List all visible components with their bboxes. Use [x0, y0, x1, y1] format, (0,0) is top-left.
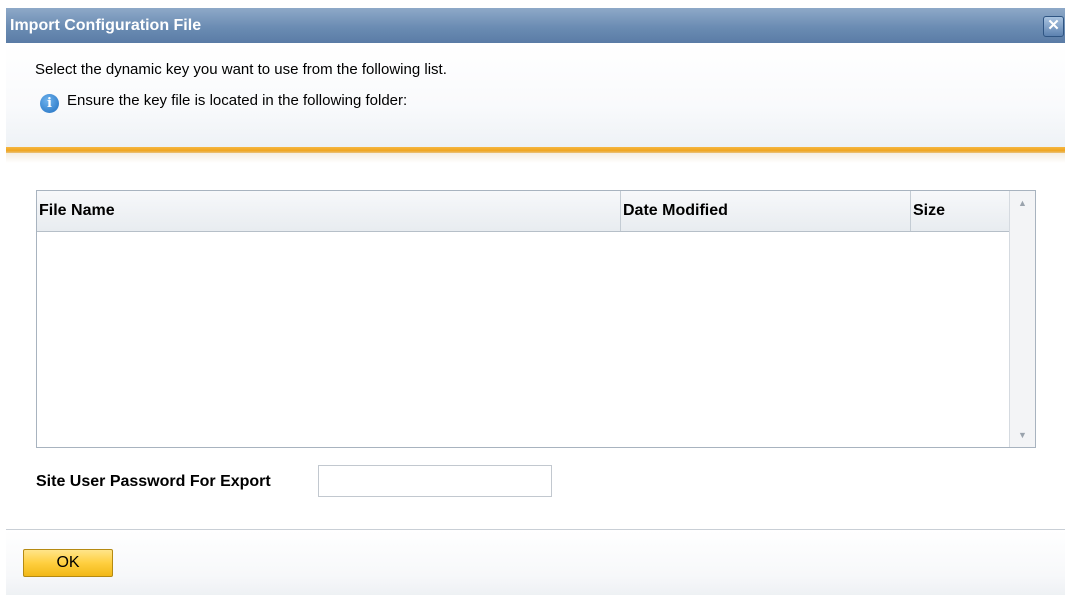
info-icon: i: [40, 94, 59, 113]
key-file-table: File Name Date Modified Size ▲ ▼: [36, 190, 1036, 448]
close-icon[interactable]: ✕: [1043, 16, 1064, 37]
column-header-size[interactable]: Size: [911, 191, 1010, 231]
instruction-text: Select the dynamic key you want to use f…: [35, 61, 447, 78]
column-header-date-modified[interactable]: Date Modified: [621, 191, 911, 231]
info-text: Ensure the key file is located in the fo…: [67, 92, 408, 109]
password-label: Site User Password For Export: [36, 473, 271, 490]
password-field[interactable]: [318, 465, 552, 497]
table-header: File Name Date Modified Size: [37, 191, 1010, 232]
table-scrollbar[interactable]: ▲ ▼: [1009, 191, 1035, 447]
import-configuration-dialog: Import Configuration File ✕ Select the d…: [0, 0, 1065, 595]
ok-button[interactable]: OK: [23, 549, 113, 577]
scroll-down-icon[interactable]: ▼: [1010, 425, 1035, 445]
dialog-footer: OK: [6, 530, 1065, 595]
table-body[interactable]: [37, 232, 1010, 447]
dialog-header: Select the dynamic key you want to use f…: [6, 43, 1065, 147]
dialog-titlebar[interactable]: Import Configuration File ✕: [6, 8, 1065, 43]
scroll-up-icon[interactable]: ▲: [1010, 193, 1035, 213]
dialog-title: Import Configuration File: [10, 17, 202, 34]
accent-divider-shadow: [6, 153, 1065, 163]
column-header-file-name[interactable]: File Name: [37, 191, 621, 231]
